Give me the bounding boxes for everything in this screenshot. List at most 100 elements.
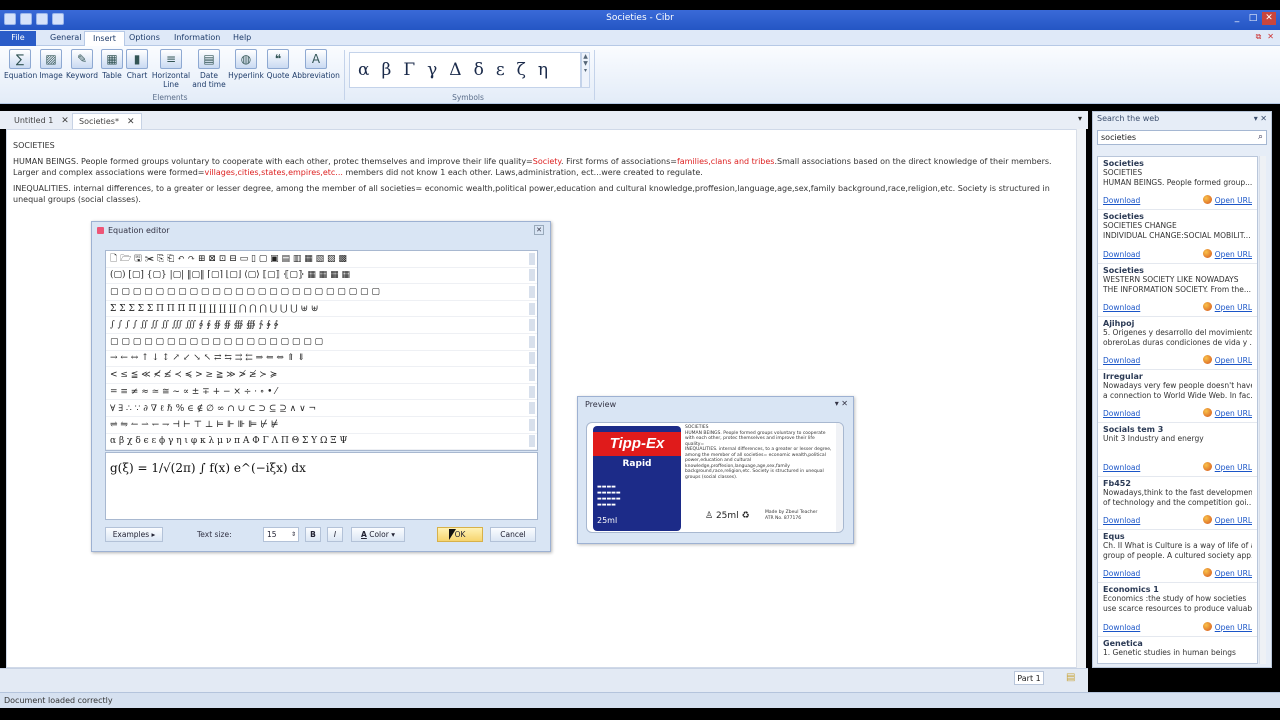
open-url-link[interactable]: Open URL <box>1203 462 1252 472</box>
symbol-zeta[interactable]: ζ <box>517 60 526 80</box>
palette-dropdown[interactable] <box>529 385 535 398</box>
search-icon[interactable]: ⌕ <box>1258 132 1263 142</box>
palette-dropdown[interactable] <box>529 252 535 265</box>
text-size-input[interactable]: 15 ⇕ <box>263 527 299 542</box>
open-url-link[interactable]: Open URL <box>1203 622 1252 632</box>
download-link[interactable]: Download <box>1103 409 1140 418</box>
bold-button[interactable]: B <box>305 527 321 542</box>
open-url-link[interactable]: Open URL <box>1203 302 1252 312</box>
palette-row[interactable]: ∫ ∫ ∫ ∫ ∬ ∬ ∬ ∭ ∭ ∮ ∮ ∯ ∯ ∰ ∰ ∱ ∲ ∳ <box>106 317 537 334</box>
part-1-tab[interactable]: Part 1 <box>1014 671 1044 685</box>
list-item[interactable]: Fb452 Nowadays,think to the fast developm… <box>1098 477 1257 531</box>
palette-dropdown[interactable] <box>529 285 535 298</box>
palette-dropdown[interactable] <box>529 368 535 381</box>
abbreviation-button[interactable]: A Abbreviation <box>292 49 340 80</box>
hyperlink-button[interactable]: ◍ Hyperlink <box>228 49 264 80</box>
equation-button[interactable]: ∑ Equation <box>4 49 37 80</box>
equation-input[interactable]: g(ξ) = 1/√(2π) ∫ f(x) e^(−iξx) dx <box>105 452 538 520</box>
list-item[interactable]: Equs Ch. II What is Culture is a way of l… <box>1098 530 1257 584</box>
palette-dropdown[interactable] <box>529 418 535 431</box>
close-icon[interactable]: ✕ <box>534 225 544 235</box>
symbol-gamma[interactable]: γ <box>427 60 437 80</box>
keyword-button[interactable]: ✎ Keyword <box>65 49 99 80</box>
open-url-link[interactable]: Open URL <box>1203 568 1252 578</box>
preview-controls[interactable]: ▾ ✕ <box>835 399 848 408</box>
tab-general[interactable]: General <box>42 31 90 46</box>
palette-row[interactable]: → ← ↔ ↑ ↓ ↕ ↗ ↙ ↘ ↖ ⇄ ⇆ ⇉ ⇇ ⇒ ⇐ ⇔ ⇑ ⇓ <box>106 351 537 368</box>
close-icon[interactable]: ✕ <box>1262 12 1276 25</box>
spinner-icon[interactable]: ⇕ <box>291 528 296 541</box>
symbol-beta[interactable]: β <box>381 60 391 80</box>
download-link[interactable]: Download <box>1103 516 1140 525</box>
palette-row[interactable]: ⇌ ⇋ ↼ ⇀ ↽ ⇁ ⊣ ⊢ ⊤ ⊥ ⊨ ⊩ ⊪ ⊫ ⊬ ⊭ <box>106 417 537 434</box>
palette-row[interactable]: α β χ δ ϵ ε ϕ γ η ι φ κ λ μ ν π Α Φ Γ Λ … <box>106 434 537 451</box>
download-link[interactable]: Download <box>1103 569 1140 578</box>
palette-row[interactable]: 🗋 🗁 🖫 ✂ ⎘ ⎗ ↶ ↷ ⊞ ⊠ ⊡ ⊟ ▭ ▯ ▢ ▣ ▤ ▥ ▦ ▧ … <box>106 251 537 268</box>
tab-untitled-1[interactable]: Untitled 1 ✕ <box>8 113 75 129</box>
new-part-icon[interactable]: ▤ <box>1066 672 1075 683</box>
table-button[interactable]: ▦ Table <box>100 49 124 80</box>
list-item[interactable]: Economics 1 Economics :the study of how s… <box>1098 583 1257 637</box>
minimize-icon[interactable]: _ <box>1230 12 1244 25</box>
italic-button[interactable]: I <box>327 527 343 542</box>
symbols-scroll[interactable]: ▲ ▼ ▾ <box>581 52 590 88</box>
tab-options[interactable]: Options <box>121 31 168 46</box>
palette-dropdown[interactable] <box>529 435 535 448</box>
palette-dropdown[interactable] <box>529 352 535 365</box>
palette-dropdown[interactable] <box>529 319 535 332</box>
close-tab-icon[interactable]: ✕ <box>61 116 69 126</box>
tab-help[interactable]: Help <box>225 31 259 46</box>
preview-scrollbar[interactable] <box>836 423 843 532</box>
horizontal-line-button[interactable]: ≡ Horizontal Line <box>151 49 191 89</box>
document-scrollbar[interactable] <box>1076 129 1086 668</box>
symbol-epsilon[interactable]: ε <box>496 60 505 80</box>
quote-button[interactable]: ❝ Quote <box>265 49 291 80</box>
download-link[interactable]: Download <box>1103 303 1140 312</box>
symbol-delta[interactable]: δ <box>474 60 484 80</box>
palette-dropdown[interactable] <box>529 335 535 348</box>
palette-row[interactable]: < ≤ ≦ ≪ ≮ ≰ ≺ ≼ > ≥ ≧ ≫ ≯ ≱ ≻ ≽ <box>106 367 537 384</box>
download-link[interactable]: Download <box>1103 623 1140 632</box>
open-url-link[interactable]: Open URL <box>1203 355 1252 365</box>
cancel-button[interactable]: Cancel <box>490 527 536 542</box>
list-item[interactable]: Societies SOCIETIES CHANGE INDIVIDUAL CHAN… <box>1098 210 1257 264</box>
file-tab[interactable]: File <box>0 31 36 46</box>
list-item[interactable]: Irregular Nowadays very few people doesn'… <box>1098 370 1257 424</box>
symbol-Gamma[interactable]: Γ <box>403 60 415 80</box>
web-search-input[interactable]: societies ⌕ <box>1097 130 1267 145</box>
palette-row[interactable]: ∀ ∃ ∴ ∵ ∂ ∇ ℓ ℏ % ∈ ∉ ∅ ∞ ∩ ∪ ⊂ ⊃ ⊆ ⊇ ∧ … <box>106 400 537 417</box>
palette-row[interactable]: ▢ ▢ ▢ ▢ ▢ ▢ ▢ ▢ ▢ ▢ ▢ ▢ ▢ ▢ ▢ ▢ ▢ ▢ ▢ ▢ … <box>106 284 537 301</box>
download-link[interactable]: Download <box>1103 196 1140 205</box>
chart-button[interactable]: ▮ Chart <box>125 49 149 80</box>
list-item[interactable]: Socials tem 3 Unit 3 Industry and energy D… <box>1098 423 1257 477</box>
palette-row[interactable]: Σ Σ Σ Σ Σ Π Π Π Π ∐ ∐ ∐ ∐ ⋂ ⋂ ⋂ ⋃ ⋃ ⋃ ⊎ … <box>106 301 537 318</box>
palette-dropdown[interactable] <box>529 402 535 415</box>
results-scrollbar[interactable] <box>1259 156 1266 664</box>
list-item[interactable]: Ajihpoj 5. Origenes y desarrollo del movi… <box>1098 317 1257 371</box>
palette-row[interactable]: ▢ ▢ ▢ ▢ ▢ ▢ ▢ ▢ ▢ ▢ ▢ ▢ ▢ ▢ ▢ ▢ ▢ ▢ ▢ <box>106 334 537 351</box>
image-button[interactable]: ▨ Image <box>38 49 64 80</box>
tabs-menu-icon[interactable]: ▾ <box>1078 114 1082 123</box>
download-link[interactable]: Download <box>1103 356 1140 365</box>
restore-icon[interactable]: ⧉ <box>1256 32 1262 42</box>
download-link[interactable]: Download <box>1103 250 1140 259</box>
open-url-link[interactable]: Open URL <box>1203 195 1252 205</box>
symbol-Delta[interactable]: Δ <box>449 60 461 80</box>
palette-dropdown[interactable] <box>529 302 535 315</box>
close-tab-icon[interactable]: ✕ <box>127 117 135 127</box>
open-url-link[interactable]: Open URL <box>1203 408 1252 418</box>
open-url-link[interactable]: Open URL <box>1203 515 1252 525</box>
list-item[interactable]: Societies WESTERN SOCIETY LIKE NOWADAYS TH… <box>1098 264 1257 317</box>
tab-insert[interactable]: Insert <box>84 31 125 46</box>
tab-information[interactable]: Information <box>166 31 228 46</box>
color-button[interactable]: A Color ▾ <box>351 527 405 542</box>
tab-societies[interactable]: Societies* ✕ <box>72 113 142 129</box>
download-link[interactable]: Download <box>1103 463 1140 472</box>
palette-row[interactable]: = ≡ ≠ ≈ ≃ ≅ ~ ∝ ± ∓ + − × ÷ · ∘ • ⁄ <box>106 384 537 401</box>
open-url-link[interactable]: Open URL <box>1203 249 1252 259</box>
doc-close-icon[interactable]: ✕ <box>1267 32 1274 42</box>
symbol-eta[interactable]: η <box>538 60 548 80</box>
examples-button[interactable]: Examples ▸ <box>105 527 163 542</box>
panel-controls[interactable]: ▾ ✕ <box>1254 114 1267 123</box>
maximize-icon[interactable]: □ <box>1246 12 1260 25</box>
